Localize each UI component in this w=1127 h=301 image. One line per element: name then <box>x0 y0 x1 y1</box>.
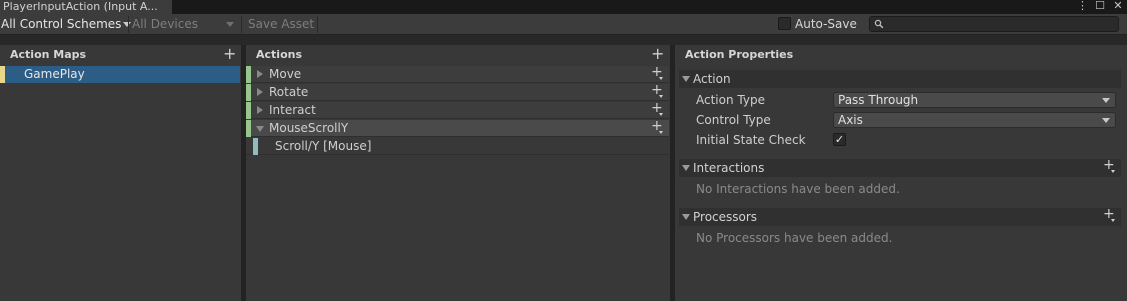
toolbar-divider <box>128 16 129 33</box>
processors-section-label: Processors <box>693 210 758 224</box>
auto-save-label: Auto-Save <box>795 17 857 31</box>
action-map-label: GamePlay <box>24 67 85 81</box>
initial-state-check-label: Initial State Check <box>696 133 806 147</box>
devices-dropdown[interactable]: All Devices <box>132 14 238 34</box>
devices-label: All Devices <box>132 17 198 31</box>
action-color-bar <box>246 66 251 83</box>
interactions-empty-message: No Interactions have been added. <box>696 182 900 196</box>
action-row[interactable]: Rotate + <box>246 83 669 101</box>
action-type-label: Action Type <box>696 93 765 107</box>
action-properties-header: Action Properties <box>675 45 1127 65</box>
expand-triangle-icon[interactable] <box>257 70 263 78</box>
processors-empty-message: No Processors have been added. <box>696 231 893 245</box>
interactions-section-label: Interactions <box>693 161 765 175</box>
action-label: Move <box>269 67 302 81</box>
action-type-value: Pass Through <box>838 93 919 107</box>
add-binding-icon[interactable]: + <box>651 101 665 118</box>
initial-state-checkbox[interactable]: ✓ <box>833 133 846 146</box>
action-maps-panel: Action Maps + GamePlay <box>0 45 241 301</box>
action-section-header[interactable]: Action <box>679 70 1121 88</box>
maximize-icon[interactable]: ☐ <box>1095 0 1105 14</box>
action-row[interactable]: MouseScrollY + <box>246 119 669 137</box>
chevron-down-icon <box>226 22 234 27</box>
checkmark-icon: ✓ <box>834 133 845 146</box>
action-row[interactable]: Interact + <box>246 101 669 119</box>
control-type-dropdown[interactable]: Axis <box>833 112 1116 128</box>
window-tab[interactable]: PlayerInputAction (Input A... <box>0 0 172 14</box>
window-titlebar: PlayerInputAction (Input A... ⋮ ☐ ✕ <box>0 0 1127 14</box>
toolbar-divider <box>241 16 242 33</box>
action-label: Rotate <box>269 85 309 99</box>
action-map-item[interactable]: GamePlay <box>0 66 240 83</box>
action-color-bar <box>246 84 251 101</box>
more-icon[interactable]: ⋮ <box>1077 0 1088 14</box>
action-label: Interact <box>269 103 316 117</box>
add-interaction-icon[interactable]: + <box>1103 158 1117 175</box>
interactions-section-header[interactable]: Interactions + <box>679 158 1121 177</box>
control-schemes-dropdown[interactable]: All Control Schemes <box>1 14 132 34</box>
action-color-bar <box>246 120 251 137</box>
actions-panel: Actions + Move + Rotate + Interact + Mou… <box>246 45 670 301</box>
collapse-triangle-icon <box>682 214 690 220</box>
search-icon <box>874 19 884 29</box>
chevron-down-icon <box>1102 118 1110 123</box>
action-label: MouseScrollY <box>269 121 349 135</box>
add-binding-icon[interactable]: + <box>651 65 665 82</box>
search-input[interactable] <box>869 16 1119 32</box>
action-section-label: Action <box>693 72 731 86</box>
binding-row[interactable]: Scroll/Y [Mouse] <box>246 138 669 155</box>
action-maps-header: Action Maps + <box>0 45 241 65</box>
add-action-map-button[interactable]: + <box>223 45 236 65</box>
add-processor-icon[interactable]: + <box>1103 207 1117 224</box>
expand-triangle-icon[interactable] <box>257 106 263 114</box>
action-type-dropdown[interactable]: Pass Through <box>833 92 1116 108</box>
binding-label: Scroll/Y [Mouse] <box>275 139 372 153</box>
action-properties-title: Action Properties <box>685 48 794 61</box>
control-type-value: Axis <box>838 113 863 127</box>
processors-section-header[interactable]: Processors + <box>679 207 1121 226</box>
toolbar: All Control Schemes All Devices Save Ass… <box>0 14 1127 35</box>
chevron-down-icon <box>1102 98 1110 103</box>
actions-header: Actions + <box>246 45 670 65</box>
add-action-button[interactable]: + <box>651 45 664 65</box>
action-properties-panel: Action Properties Action Action Type Pas… <box>675 45 1127 301</box>
action-color-bar <box>246 102 251 119</box>
expand-triangle-icon[interactable] <box>257 88 263 96</box>
actions-title: Actions <box>256 48 302 61</box>
control-schemes-label: All Control Schemes <box>1 17 122 31</box>
toolbar-divider <box>317 16 318 33</box>
window-controls: ⋮ ☐ ✕ <box>1077 0 1123 14</box>
save-asset-button[interactable]: Save Asset <box>248 14 314 34</box>
collapse-triangle-icon[interactable] <box>256 126 264 132</box>
collapse-triangle-icon <box>682 76 690 82</box>
binding-color-bar <box>253 138 258 155</box>
action-map-color-bar <box>0 66 5 83</box>
collapse-triangle-icon <box>682 165 690 171</box>
action-maps-title: Action Maps <box>10 48 87 61</box>
add-binding-icon[interactable]: + <box>651 119 665 136</box>
auto-save-checkbox[interactable] <box>778 17 791 30</box>
control-type-label: Control Type <box>696 113 771 127</box>
action-row[interactable]: Move + <box>246 65 669 83</box>
add-binding-icon[interactable]: + <box>651 83 665 100</box>
close-icon[interactable]: ✕ <box>1113 0 1123 14</box>
